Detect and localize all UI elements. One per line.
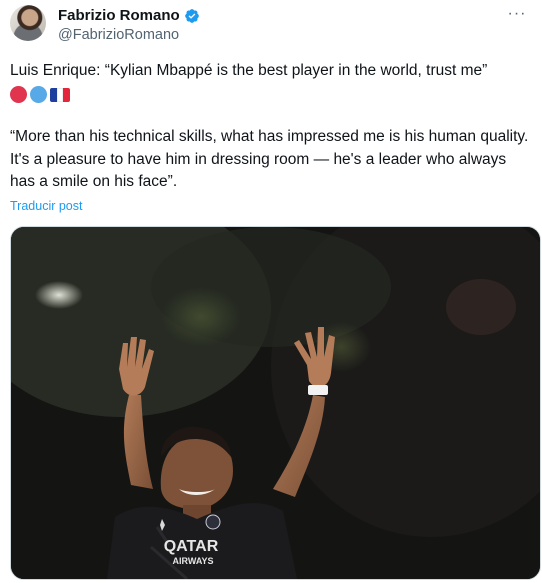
tweet-photo[interactable]: QATAR AIRWAYS bbox=[10, 226, 541, 580]
author-display-name[interactable]: Fabrizio Romano bbox=[58, 7, 180, 25]
blue-circle-emoji bbox=[30, 86, 47, 103]
translate-post-link[interactable]: Traducir post bbox=[10, 199, 82, 213]
author-handle[interactable]: @FabrizioRomano bbox=[58, 27, 179, 43]
verified-badge-icon bbox=[184, 9, 199, 23]
tweet-text-line: Luis Enrique: “Kylian Mbappé is the best… bbox=[10, 62, 488, 79]
red-circle-emoji bbox=[10, 86, 27, 103]
france-flag-emoji bbox=[50, 87, 70, 102]
tweet-quote-text: “More than his technical skills, what ha… bbox=[10, 128, 529, 190]
author-name-row: Fabrizio Romano bbox=[58, 7, 200, 25]
avatar[interactable] bbox=[10, 5, 46, 41]
photo-illustration: QATAR AIRWAYS bbox=[11, 227, 540, 579]
sponsor-text-line2: AIRWAYS bbox=[172, 556, 213, 566]
emoji-row bbox=[10, 86, 70, 103]
more-icon: ··· bbox=[507, 5, 527, 22]
tweet-card: Fabrizio Romano @FabrizioRomano ··· Luis… bbox=[0, 0, 542, 583]
more-options-button[interactable]: ··· bbox=[504, 4, 530, 24]
sponsor-text-line1: QATAR bbox=[164, 538, 219, 555]
